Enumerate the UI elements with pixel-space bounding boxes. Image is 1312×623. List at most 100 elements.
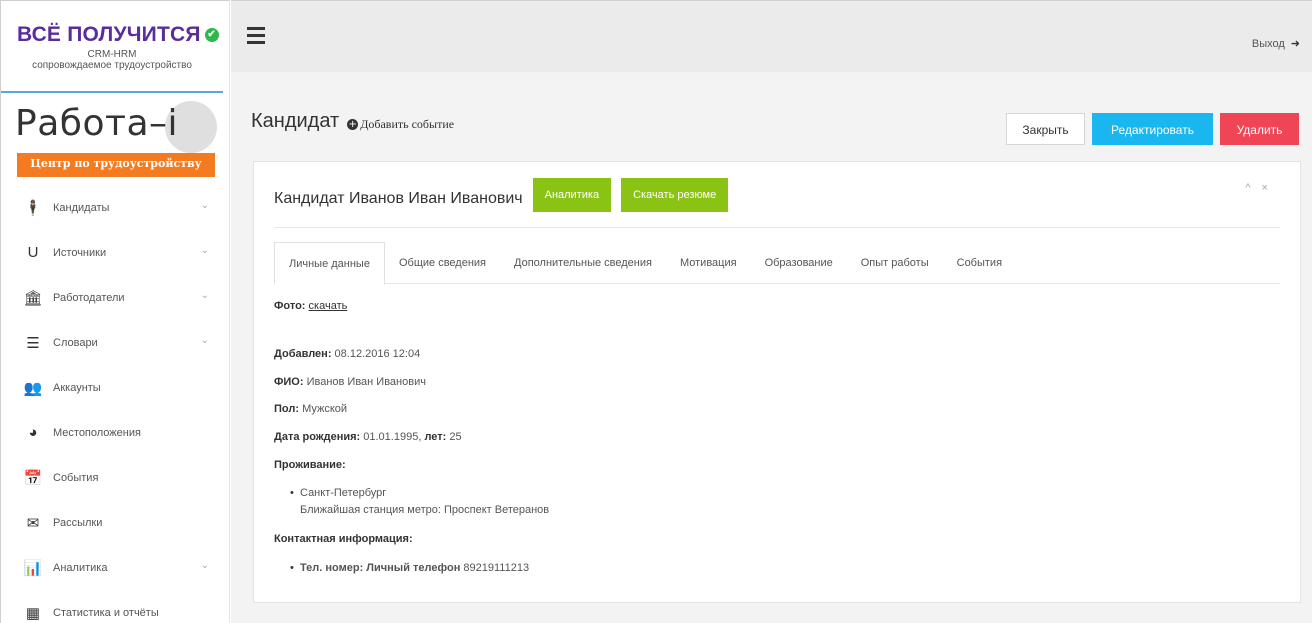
- person-icon: 🕴: [23, 199, 43, 217]
- photo-download-link[interactable]: скачать: [309, 300, 348, 312]
- sign-out-icon: ➜: [1290, 38, 1300, 50]
- calendar-icon: 📅: [23, 469, 43, 487]
- tab-3[interactable]: Мотивация: [666, 242, 751, 284]
- sidebar-item-bank[interactable]: 🏛 Работодатели ⌄: [1, 275, 229, 320]
- edit-button[interactable]: Редактировать: [1092, 113, 1213, 145]
- sidebar-item-users[interactable]: 👥 Аккаунты: [1, 365, 229, 410]
- sidebar-item-label: Статистика и отчёты: [53, 606, 159, 619]
- page-header: Кандидат + Добавить событие: [251, 110, 454, 133]
- sidebar-item-label: Местоположения: [53, 426, 141, 439]
- brand-subtitle-crm: CRM-HRM: [87, 49, 137, 60]
- partner-logo-banner: Центр по трудоустройству: [17, 153, 215, 177]
- sidebar-item-list[interactable]: ☰ Словари ⌄: [1, 320, 229, 365]
- contacts-label-row: Контактная информация:: [274, 533, 413, 545]
- brand-title: ВСЁ ПОЛУЧИТСЯ: [17, 23, 201, 46]
- sidebar-item-label: Аналитика: [53, 561, 108, 574]
- analytics-button[interactable]: Аналитика: [532, 178, 612, 212]
- sidebar: ВСЁ ПОЛУЧИТСЯ ✔ CRM-HRM сопровождаемое т…: [0, 0, 230, 623]
- tabs-bar: Личные данные Общие сведения Дополнительны…: [274, 242, 1280, 285]
- card-header: Кандидат Иванов Иван Иванович Аналитика …: [274, 178, 1280, 228]
- sidebar-item-table[interactable]: ▦ Статистика и отчёты: [1, 590, 229, 623]
- residence-label: Проживание:: [274, 459, 346, 471]
- magnet-icon: U: [27, 244, 39, 261]
- plus-circle-icon: +: [347, 119, 359, 130]
- chevron-down-icon[interactable]: ⌄: [201, 560, 209, 571]
- globe-icon: ◕: [28, 424, 38, 441]
- envelope-icon: ✉: [26, 514, 40, 532]
- sidebar-item-label: Аккаунты: [53, 381, 101, 394]
- city-item: Санкт-Петербург: [290, 487, 386, 499]
- page-title: Кандидат: [251, 110, 340, 132]
- sidebar-item-bar-chart[interactable]: 📊 Аналитика ⌄: [1, 545, 229, 590]
- phone-label: Тел. номер: Личный телефон: [300, 562, 461, 574]
- sidebar-item-envelope[interactable]: ✉ Рассылки: [1, 500, 229, 545]
- add-event-label: Добавить событие: [360, 117, 455, 131]
- fio-value: Иванов Иван Иванович: [303, 376, 426, 388]
- tab-6[interactable]: События: [943, 242, 1016, 284]
- candidate-card: Кандидат Иванов Иван Иванович Аналитика …: [253, 161, 1301, 603]
- tab-0[interactable]: Личные данные: [274, 242, 385, 285]
- sidebar-item-label: События: [53, 471, 99, 484]
- tab-5[interactable]: Опыт работы: [847, 242, 943, 284]
- tab-2[interactable]: Дополнительные сведения: [500, 242, 666, 284]
- brand-block: ВСЁ ПОЛУЧИТСЯ ✔ CRM-HRM сопровождаемое т…: [1, 1, 223, 93]
- check-circle-icon: ✔: [204, 28, 219, 42]
- chevron-down-icon[interactable]: ⌄: [201, 245, 209, 256]
- gender-value: Мужской: [299, 403, 348, 415]
- top-bar: Выход ➜: [231, 0, 1312, 72]
- gender-label: Пол:: [274, 403, 300, 415]
- partner-logo: Работа–i Центр по трудоустройству: [1, 93, 229, 185]
- added-value: 08.12.2016 12:04: [331, 348, 421, 360]
- bank-icon: 🏛: [23, 289, 43, 307]
- users-icon: 👥: [23, 379, 43, 397]
- bar-chart-icon: 📊: [23, 559, 43, 577]
- main-content: Кандидат + Добавить событие Закрыть Реда…: [231, 72, 1312, 623]
- table-icon: ▦: [25, 604, 41, 622]
- sidebar-item-label: Кандидаты: [53, 201, 110, 214]
- close-button[interactable]: Закрыть: [1006, 113, 1085, 145]
- chevron-down-icon[interactable]: ⌄: [201, 335, 209, 346]
- metro-text: Ближайшая станция метро: Проспект Ветера…: [300, 504, 550, 516]
- gender-row: Пол: Мужской: [274, 403, 347, 415]
- fio-row: ФИО: Иванов Иван Иванович: [274, 376, 426, 388]
- sidebar-item-label: Словари: [53, 336, 98, 349]
- tab-4[interactable]: Образование: [751, 242, 847, 284]
- added-label: Добавлен:: [274, 348, 332, 360]
- sidebar-item-globe[interactable]: ◕ Местоположения: [1, 410, 229, 455]
- contacts-label: Контактная информация:: [274, 533, 413, 545]
- birth-row: Дата рождения: 01.01.1995, лет: 25: [274, 431, 462, 443]
- age-label: лет:: [424, 431, 447, 443]
- added-row: Добавлен: 08.12.2016 12:04: [274, 348, 420, 360]
- menu-toggle-icon[interactable]: [247, 27, 265, 44]
- logout-link[interactable]: Выход ➜: [1251, 37, 1300, 51]
- sidebar-item-label: Работодатели: [53, 291, 125, 304]
- brand-logo[interactable]: ВСЁ ПОЛУЧИТСЯ ✔: [17, 23, 223, 47]
- chevron-down-icon[interactable]: ⌄: [201, 200, 209, 211]
- list-icon: ☰: [26, 334, 40, 352]
- brand-subtitle-tagline: сопровождаемое трудоустройство: [32, 60, 192, 71]
- sidebar-item-calendar[interactable]: 📅 События: [1, 455, 229, 500]
- delete-button[interactable]: Удалить: [1220, 113, 1299, 145]
- chevron-down-icon[interactable]: ⌄: [201, 290, 209, 301]
- sidebar-item-magnet[interactable]: U Источники ⌄: [1, 230, 229, 275]
- birth-value: 01.01.1995,: [360, 431, 425, 443]
- sidebar-item-label: Источники: [53, 246, 107, 259]
- phone-value: 89219111213: [460, 562, 530, 574]
- card-collapse-close-icons[interactable]: ^ ×: [1245, 182, 1272, 194]
- sidebar-item-person[interactable]: 🕴 Кандидаты ⌄: [1, 185, 229, 230]
- photo-row: Фото: скачать: [274, 300, 347, 312]
- download-resume-button[interactable]: Скачать резюме: [621, 178, 729, 212]
- fio-label: ФИО:: [274, 376, 304, 388]
- candidate-title: Кандидат Иванов Иван Иванович: [274, 190, 523, 207]
- residence-label-row: Проживание:: [274, 459, 346, 471]
- logout-label: Выход: [1251, 37, 1285, 50]
- age-value: 25: [446, 431, 462, 443]
- tab-1[interactable]: Общие сведения: [385, 242, 500, 284]
- birth-label: Дата рождения:: [274, 431, 361, 443]
- add-event-link[interactable]: + Добавить событие: [347, 117, 454, 132]
- photo-label: Фото:: [274, 300, 306, 312]
- phone-item: Тел. номер: Личный телефон 89219111213: [290, 562, 530, 574]
- sidebar-nav: 🕴 Кандидаты ⌄ U Источники ⌄ 🏛 Работодатели ⌄ ☰ Сло…: [1, 185, 229, 623]
- partner-logo-text: Работа–i: [15, 103, 179, 144]
- sidebar-item-label: Рассылки: [53, 516, 103, 529]
